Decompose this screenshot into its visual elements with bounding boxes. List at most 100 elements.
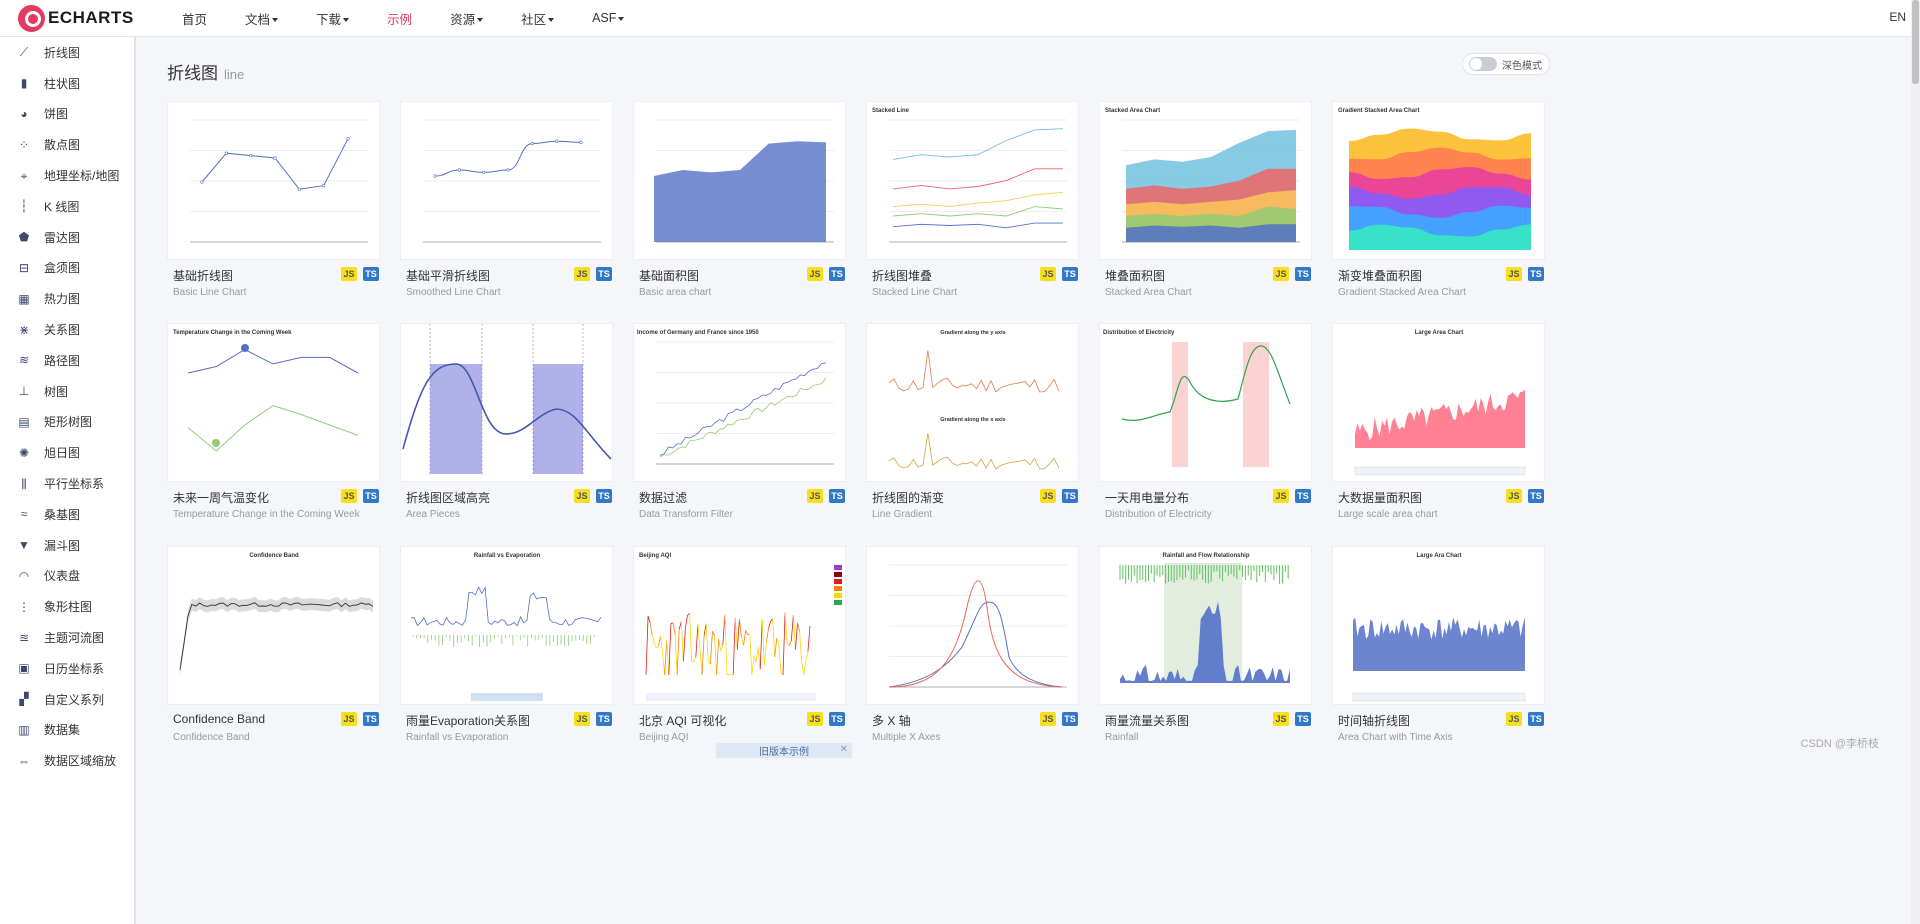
example-card[interactable]: Rainfall vs Evaporation 雨量Evaporation关系图 R… [400, 546, 613, 743]
ts-badge[interactable]: TS [363, 489, 379, 503]
js-badge[interactable]: JS [1273, 489, 1289, 503]
example-title[interactable]: 大数据量面积图 [1338, 489, 1422, 506]
ts-badge[interactable]: TS [829, 712, 845, 726]
example-card[interactable]: 基础平滑折线图 Smoothed Line Chart JS TS [400, 101, 613, 298]
nav-item[interactable]: 资源 [450, 9, 484, 28]
sidebar-item[interactable]: ⋮ 象形柱图 [0, 591, 134, 622]
example-card[interactable]: 折线图区域高亮 Area Pieces JS TS [400, 323, 613, 520]
old-version-banner[interactable]: 旧版本示例 ✕ [716, 743, 852, 758]
example-card[interactable]: Large Ara Chart 时间轴折线图 Area Chart with Tim… [1332, 546, 1545, 743]
example-title[interactable]: 一天用电量分布 [1105, 489, 1189, 506]
example-card[interactable]: Confidence Band Confidence Band Confidence… [167, 546, 380, 743]
example-card[interactable]: Gradient along the y axis Gradient along … [866, 323, 1079, 520]
example-card[interactable]: Stacked Line 折线图堆叠 Stacked Line Chart JS TS [866, 101, 1079, 298]
ts-badge[interactable]: TS [363, 712, 379, 726]
js-badge[interactable]: JS [574, 489, 590, 503]
example-title[interactable]: 数据过滤 [639, 489, 687, 506]
ts-badge[interactable]: TS [596, 489, 612, 503]
nav-item[interactable]: 示例 [387, 9, 412, 28]
ts-badge[interactable]: TS [1528, 712, 1544, 726]
nav-item[interactable]: 下载 [316, 9, 350, 28]
sidebar-item[interactable]: ⊥ 树图 [0, 376, 134, 407]
example-card[interactable]: Large Area Chart 大数据量面积图 Large scale area … [1332, 323, 1545, 520]
example-title[interactable]: 渐变堆叠面积图 [1338, 267, 1422, 284]
chart-thumbnail[interactable]: Stacked Area Chart [1099, 101, 1312, 260]
ts-badge[interactable]: TS [596, 712, 612, 726]
sidebar-item[interactable]: ⌖ 地理坐标/地图 [0, 160, 134, 191]
js-badge[interactable]: JS [1506, 712, 1522, 726]
sidebar-item[interactable]: ▞ 自定义系列 [0, 684, 134, 715]
example-title[interactable]: 多 X 轴 [872, 712, 911, 729]
example-title[interactable]: 基础折线图 [173, 267, 233, 284]
ts-badge[interactable]: TS [1062, 712, 1078, 726]
example-card[interactable]: 基础折线图 Basic Line Chart JS TS [167, 101, 380, 298]
ts-badge[interactable]: TS [363, 267, 379, 281]
sidebar-item[interactable]: ⬟ 雷达图 [0, 222, 134, 253]
ts-badge[interactable]: TS [1295, 267, 1311, 281]
sidebar-item[interactable]: ≈ 桑基图 [0, 499, 134, 530]
chart-thumbnail[interactable]: Stacked Line [866, 101, 1079, 260]
chart-thumbnail[interactable] [400, 101, 613, 260]
example-title[interactable]: 堆叠面积图 [1105, 267, 1165, 284]
chart-thumbnail[interactable]: Rainfall vs Evaporation [400, 546, 613, 705]
example-card[interactable]: Income of Germany and France since 1950 数… [633, 323, 846, 520]
js-badge[interactable]: JS [341, 267, 357, 281]
chart-thumbnail[interactable]: Temperature Change in the Coming Week [167, 323, 380, 482]
example-card[interactable]: Gradient Stacked Area Chart 渐变堆叠面积图 Gradie… [1332, 101, 1545, 298]
nav-item[interactable]: ASF [592, 11, 625, 25]
example-title[interactable]: 雨量Evaporation关系图 [406, 712, 530, 729]
sidebar-item[interactable]: ▦ 热力图 [0, 283, 134, 314]
example-title[interactable]: 基础面积图 [639, 267, 699, 284]
ts-badge[interactable]: TS [829, 267, 845, 281]
nav-item[interactable]: 社区 [521, 9, 555, 28]
example-card[interactable]: 多 X 轴 Multiple X Axes JS TS [866, 546, 1079, 743]
example-title[interactable]: 折线图区域高亮 [406, 489, 490, 506]
chart-thumbnail[interactable]: Income of Germany and France since 1950 [633, 323, 846, 482]
sidebar-item[interactable]: ≊ 主题河流图 [0, 622, 134, 653]
dark-mode-toggle[interactable]: 深色模式 [1462, 53, 1550, 75]
example-title[interactable]: 折线图堆叠 [872, 267, 932, 284]
scrollbar-thumb[interactable] [1912, 0, 1919, 84]
js-badge[interactable]: JS [1040, 489, 1056, 503]
ts-badge[interactable]: TS [1528, 489, 1544, 503]
ts-badge[interactable]: TS [1295, 489, 1311, 503]
ts-badge[interactable]: TS [596, 267, 612, 281]
ts-badge[interactable]: TS [829, 489, 845, 503]
sidebar-item[interactable]: ▤ 矩形树图 [0, 407, 134, 438]
chart-thumbnail[interactable]: Confidence Band [167, 546, 380, 705]
nav-item[interactable]: 首页 [182, 9, 207, 28]
sidebar-item[interactable]: ◕ 饼图 [0, 99, 134, 130]
sidebar-item[interactable]: ▼ 漏斗图 [0, 530, 134, 561]
chart-thumbnail[interactable]: Gradient Stacked Area Chart [1332, 101, 1545, 260]
js-badge[interactable]: JS [1506, 267, 1522, 281]
example-title[interactable]: 折线图的渐变 [872, 489, 944, 506]
sidebar-item[interactable]: ▮ 柱状图 [0, 68, 134, 99]
js-badge[interactable]: JS [807, 712, 823, 726]
js-badge[interactable]: JS [807, 267, 823, 281]
example-card[interactable]: Stacked Area Chart 堆叠面积图 Stacked Area Char… [1099, 101, 1312, 298]
close-icon[interactable]: ✕ [840, 744, 848, 755]
chart-thumbnail[interactable]: Gradient along the y axis Gradient along … [866, 323, 1079, 482]
sidebar-item[interactable]: ⋇ 关系图 [0, 314, 134, 345]
sidebar-item[interactable]: ┆ K 线图 [0, 191, 134, 222]
js-badge[interactable]: JS [341, 489, 357, 503]
ts-badge[interactable]: TS [1062, 267, 1078, 281]
chart-thumbnail[interactable] [167, 101, 380, 260]
example-card[interactable]: 基础面积图 Basic area chart JS TS [633, 101, 846, 298]
sidebar-item[interactable]: ⇔ 数据区域缩放 [0, 745, 134, 776]
ts-badge[interactable]: TS [1528, 267, 1544, 281]
js-badge[interactable]: JS [807, 489, 823, 503]
js-badge[interactable]: JS [1040, 712, 1056, 726]
sidebar-item[interactable]: ▣ 日历坐标系 [0, 653, 134, 684]
sidebar-item[interactable]: ⟋ 折线图 [0, 37, 134, 68]
chart-thumbnail[interactable] [400, 323, 613, 482]
chart-thumbnail[interactable] [866, 546, 1079, 705]
js-badge[interactable]: JS [341, 712, 357, 726]
chart-thumbnail[interactable] [633, 101, 846, 260]
chart-thumbnail[interactable]: Rainfall and Flow Relationship [1099, 546, 1312, 705]
example-title[interactable]: Confidence Band [173, 712, 265, 726]
sidebar-item[interactable]: ▥ 数据集 [0, 715, 134, 746]
sidebar-item[interactable]: ≋ 路径图 [0, 345, 134, 376]
example-title[interactable]: 基础平滑折线图 [406, 267, 490, 284]
js-badge[interactable]: JS [1506, 489, 1522, 503]
